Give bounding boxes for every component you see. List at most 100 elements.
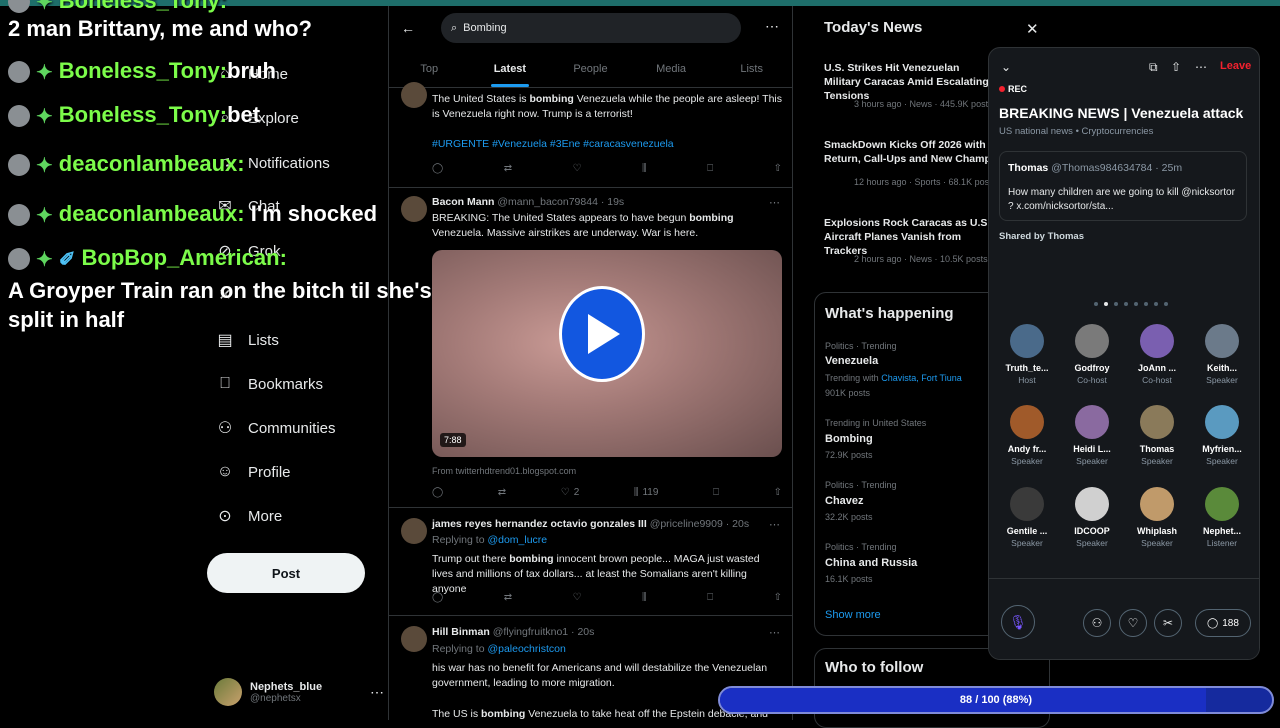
nav-item-bookmarks[interactable]: ⎕ Bookmarks: [216, 368, 323, 400]
tweet[interactable]: james reyes hernandez octavio gonzales I…: [389, 508, 792, 616]
speaker-10[interactable]: IDCOOP Speaker: [1062, 487, 1122, 548]
more-options-icon[interactable]: ⋯: [765, 18, 779, 35]
speaker-9[interactable]: Gentile ... Speaker: [997, 487, 1057, 548]
trend-posts: 901K posts: [825, 388, 871, 398]
tweet[interactable]: The United States is bombing Venezuela w…: [389, 82, 792, 188]
tweet-more-icon[interactable]: ⋯: [769, 196, 780, 209]
minimize-icon[interactable]: ⧉: [1149, 60, 1158, 75]
heart-add-icon[interactable]: ♡: [1119, 609, 1147, 637]
nav-label: More: [248, 507, 283, 525]
share-icon[interactable]: ⇧: [774, 163, 782, 174]
speaker-2[interactable]: Godfroy Co-host: [1062, 324, 1122, 385]
tab-latest[interactable]: Latest: [470, 50, 551, 87]
retweet-icon[interactable]: ⇄: [504, 592, 512, 603]
news-headline[interactable]: SmackDown Kicks Off 2026 with Return, Ca…: [824, 138, 994, 166]
avatar: [8, 105, 30, 128]
speaker-name: Myfrien...: [1202, 444, 1242, 454]
views-button[interactable]: ⫼ 119: [634, 487, 659, 498]
back-arrow-icon[interactable]: ←: [401, 20, 415, 36]
trend-topic[interactable]: Bombing: [825, 433, 873, 445]
panel-title: Who to follow: [825, 659, 924, 676]
tweet-more-icon[interactable]: ⋯: [769, 626, 780, 639]
views-icon[interactable]: ⫼: [642, 592, 647, 603]
tab-people[interactable]: People: [550, 50, 631, 87]
post-button[interactable]: Post: [207, 553, 365, 593]
speaker-11[interactable]: Whiplash Speaker: [1127, 487, 1187, 548]
more-dots-icon[interactable]: ⋯: [1195, 60, 1207, 74]
like-icon[interactable]: ♡: [573, 592, 582, 603]
link-source[interactable]: From twitterhdtrend01.blogspot.com: [432, 464, 782, 479]
trend-category: Trending in United States: [825, 418, 927, 428]
speaker-6[interactable]: Heidi L... Speaker: [1062, 405, 1122, 466]
speaker-5[interactable]: Andy fr... Speaker: [997, 405, 1057, 466]
search-input[interactable]: ⌕ Bombing: [441, 13, 741, 43]
trend-with: Trending with Chavista, Fort Tiuna: [825, 373, 962, 383]
leave-button[interactable]: Leave: [1220, 60, 1251, 72]
chat-message: ✦ Boneless_Tony:bet: [8, 102, 260, 129]
speaker-1[interactable]: Truth_te... Host: [997, 324, 1057, 385]
news-headline[interactable]: Explosions Rock Caracas as U.S. Aircraft…: [824, 216, 994, 258]
speaker-12[interactable]: Nephet... Listener: [1192, 487, 1252, 548]
trend-topic[interactable]: Chavez: [825, 495, 864, 507]
reply-icon[interactable]: ◯: [432, 592, 443, 603]
speaker-3[interactable]: JoAnn ... Co-host: [1127, 324, 1187, 385]
chevron-down-icon[interactable]: ⌄: [1001, 60, 1011, 74]
avatar: [401, 518, 427, 544]
tweet-author[interactable]: james reyes hernandez octavio gonzales I…: [432, 518, 647, 530]
tweet-hashtags[interactable]: #URGENTE #Venezuela #3Ene #caracasvenezu…: [432, 137, 782, 152]
nav-item-communities[interactable]: ⚇ Communities: [216, 412, 336, 444]
avatar: [1205, 405, 1239, 439]
like-icon[interactable]: ♡: [573, 163, 582, 174]
speaker-name: Gentile ...: [1006, 526, 1048, 536]
people-icon[interactable]: ⚇: [1083, 609, 1111, 637]
speaker-name: Keith...: [1206, 363, 1237, 373]
account-switcher[interactable]: Nephets_blue @nephetsx ⋯: [214, 674, 384, 710]
bookmark-icon[interactable]: ⎕: [713, 487, 719, 498]
speaker-name: JoAnn ...: [1138, 363, 1176, 373]
chat-count-button[interactable]: ◯ 188: [1195, 609, 1251, 637]
tweet-author[interactable]: Bacon Mann: [432, 196, 494, 208]
video-player[interactable]: 7:88: [432, 250, 782, 457]
microphone-icon[interactable]: 🎙: [1001, 605, 1035, 639]
chat-message: ✦ Boneless_Tony:: [8, 0, 227, 15]
clip-icon[interactable]: ✂: [1154, 609, 1182, 637]
retweet-icon[interactable]: ⇄: [504, 163, 512, 174]
nav-item-more[interactable]: ⊙ More: [216, 500, 282, 532]
speaker-role: Speaker: [1141, 456, 1173, 466]
tweet-more-icon[interactable]: ⋯: [769, 518, 780, 531]
trend-topic[interactable]: Venezuela: [825, 355, 878, 367]
share-icon[interactable]: ⇧: [774, 592, 782, 603]
speaker-4[interactable]: Keith... Speaker: [1192, 324, 1252, 385]
tab-lists[interactable]: Lists: [711, 50, 792, 87]
speaker-8[interactable]: Myfrien... Speaker: [1192, 405, 1252, 466]
tweet[interactable]: Bacon Mann @mann_bacon79844 · 19s ⋯ BREA…: [389, 188, 792, 508]
bookmark-icon[interactable]: ⎕: [707, 592, 713, 603]
views-icon[interactable]: ⫼: [642, 163, 647, 174]
avatar: [8, 0, 30, 14]
speaker-7[interactable]: Thomas Speaker: [1127, 405, 1187, 466]
close-icon[interactable]: ✕: [1026, 20, 1039, 38]
tab-media[interactable]: Media: [631, 50, 712, 87]
nav-item-profile[interactable]: ☺ Profile: [216, 456, 291, 488]
like-button[interactable]: ♡ 2: [561, 487, 580, 498]
speaker-name: Thomas: [1139, 444, 1175, 454]
pinned-header: Thomas @Thomas984634784 · 25m: [1008, 162, 1183, 174]
pinned-post[interactable]: Thomas @Thomas984634784 · 25m How many c…: [999, 151, 1247, 221]
sword-icon: ✐: [58, 248, 76, 271]
avatar: [1075, 324, 1109, 358]
person-icon: ☺: [216, 463, 234, 480]
tab-top[interactable]: Top: [389, 50, 470, 87]
news-headline[interactable]: U.S. Strikes Hit Venezuelan Military Car…: [824, 61, 994, 103]
play-icon[interactable]: [559, 286, 645, 382]
share-icon[interactable]: ⇧: [774, 487, 782, 498]
avatar: [8, 154, 30, 177]
chat-message: split in half: [8, 307, 124, 333]
trend-topic[interactable]: China and Russia: [825, 557, 917, 569]
bookmark-icon[interactable]: ⎕: [707, 163, 713, 174]
tweet-author[interactable]: Hill Binman: [432, 626, 490, 638]
reply-icon[interactable]: ◯: [432, 487, 443, 498]
share-icon[interactable]: ⇧: [1171, 60, 1181, 74]
retweet-icon[interactable]: ⇄: [498, 487, 506, 498]
show-more-link[interactable]: Show more: [825, 609, 881, 621]
reply-icon[interactable]: ◯: [432, 163, 443, 174]
